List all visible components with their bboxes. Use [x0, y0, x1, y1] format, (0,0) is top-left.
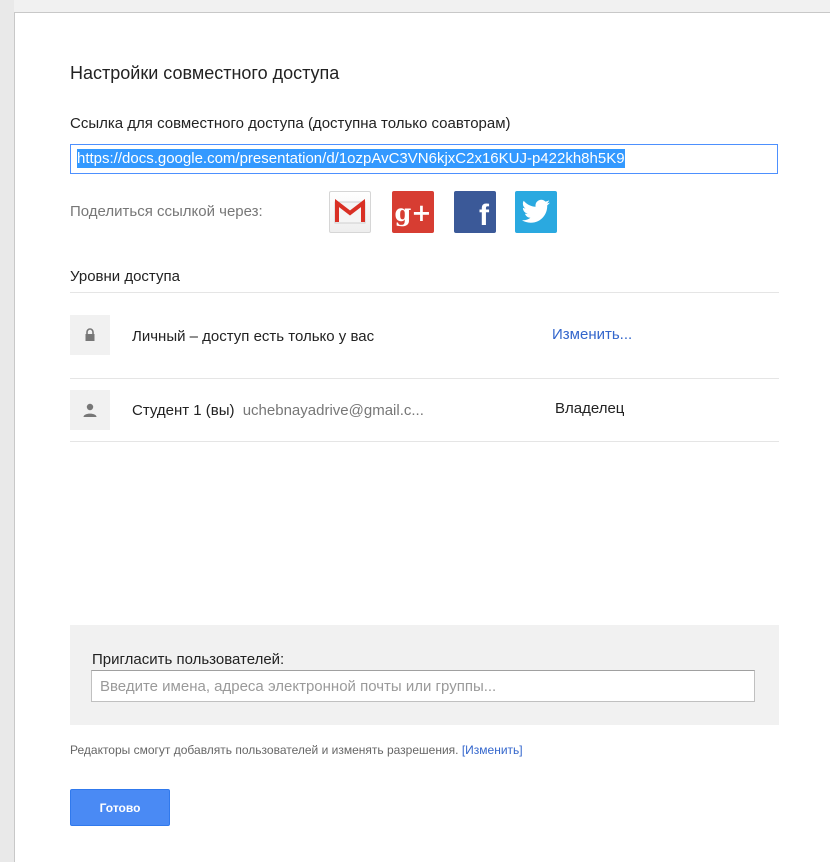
invite-panel: Пригласить пользователей: — [70, 625, 779, 725]
facebook-glyph: f — [479, 199, 489, 232]
owner-role: Владелец — [555, 400, 625, 417]
twitter-bird-graphic — [521, 199, 550, 223]
share-link-url: https://docs.google.com/presentation/d/1… — [77, 149, 625, 168]
done-button[interactable]: Готово — [70, 789, 170, 826]
lock-icon — [70, 315, 110, 355]
owner-email: uchebnayadrive@gmail.c... — [242, 402, 424, 419]
share-link-field[interactable]: https://docs.google.com/presentation/d/1… — [70, 144, 778, 174]
background-strip — [0, 0, 14, 862]
facebook-icon[interactable]: f — [454, 191, 496, 233]
editors-note: Редакторы смогут добавлять пользователей… — [70, 743, 523, 757]
owner-entry: Студент 1 (вы) uchebnayadrive@gmail.c... — [132, 402, 424, 419]
google-plus-glyph: g+ — [394, 197, 432, 227]
share-via-label: Поделиться ссылкой через: — [70, 203, 263, 220]
visibility-text: Личный – доступ есть только у вас — [132, 328, 375, 345]
google-plus-icon[interactable]: g+ — [392, 191, 434, 233]
access-levels-label: Уровни доступа — [70, 268, 180, 285]
share-link-label: Ссылка для совместного доступа (доступна… — [70, 115, 511, 132]
gmail-icon-graphic — [334, 199, 366, 224]
editors-note-text: Редакторы смогут добавлять пользователей… — [70, 743, 459, 757]
lock-icon-graphic — [85, 328, 95, 341]
invite-label: Пригласить пользователей: — [92, 651, 285, 668]
gmail-icon[interactable] — [329, 191, 371, 233]
twitter-icon[interactable] — [515, 191, 557, 233]
invite-input[interactable] — [91, 670, 755, 702]
divider — [70, 441, 779, 442]
owner-name: Студент 1 (вы) — [132, 402, 235, 419]
change-permissions-link[interactable]: [Изменить] — [462, 743, 523, 757]
person-icon-graphic — [83, 403, 97, 417]
page: Настройки совместного доступа Ссылка для… — [0, 0, 830, 862]
divider — [70, 292, 779, 293]
sharing-dialog: Настройки совместного доступа Ссылка для… — [14, 12, 830, 862]
change-visibility-link[interactable]: Изменить... — [552, 326, 632, 343]
dialog-title: Настройки совместного доступа — [70, 63, 340, 83]
divider — [70, 378, 779, 379]
person-icon — [70, 390, 110, 430]
